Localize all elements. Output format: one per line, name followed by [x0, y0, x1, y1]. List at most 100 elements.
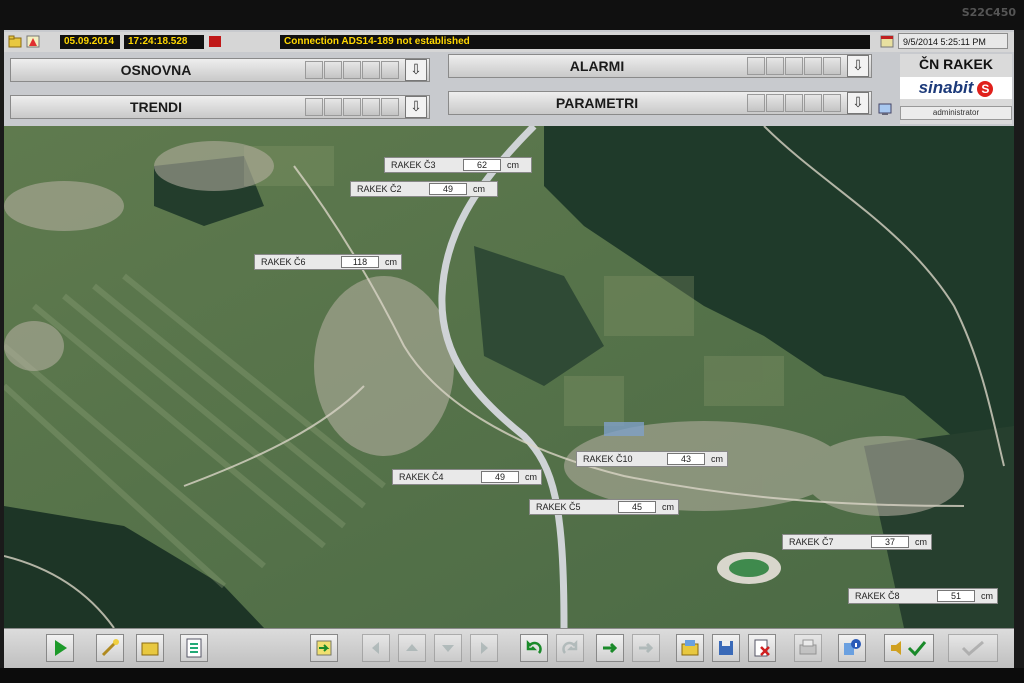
- nav-segment: [381, 98, 399, 116]
- arrow-down-icon: [442, 645, 454, 652]
- arrow-up-button[interactable]: [398, 634, 426, 662]
- station-name: RAKEK Č8: [855, 591, 900, 601]
- alarm-flag-icon[interactable]: [208, 35, 222, 48]
- station-tag[interactable]: RAKEK Č10 43 cm: [576, 451, 728, 467]
- play-button[interactable]: [46, 634, 74, 662]
- brand-logo-mark: S: [977, 80, 994, 97]
- chevron-down-icon[interactable]: ⇩: [847, 92, 869, 114]
- export-button[interactable]: [310, 634, 338, 662]
- network-icon[interactable]: [878, 102, 892, 116]
- wand-button[interactable]: [96, 634, 124, 662]
- chevron-down-icon[interactable]: ⇩: [405, 59, 427, 81]
- station-tag[interactable]: RAKEK Č3 62 cm: [384, 157, 532, 173]
- brand-panel: ČN RAKEK sinabit S administrator: [900, 54, 1012, 124]
- save-button[interactable]: [712, 634, 740, 662]
- station-unit: cm: [981, 591, 993, 601]
- nav-segment: [804, 57, 822, 75]
- sound-button[interactable]: [884, 634, 934, 662]
- station-value: 45: [618, 501, 656, 513]
- nav-segment: [362, 98, 380, 116]
- arrow-down-button[interactable]: [434, 634, 462, 662]
- undo-icon: [526, 639, 542, 654]
- nav-segment: [324, 61, 342, 79]
- list-icon: [186, 638, 202, 658]
- nav-trendi-label: TRENDI: [129, 99, 183, 115]
- printer-button[interactable]: [794, 634, 822, 662]
- station-tag[interactable]: RAKEK Č7 37 cm: [782, 534, 932, 550]
- station-name: RAKEK Č5: [536, 502, 581, 512]
- station-name: RAKEK Č6: [261, 257, 306, 267]
- monitor-model-label: S22C450: [961, 6, 1016, 19]
- nav-segment: [804, 94, 822, 112]
- station-tag[interactable]: RAKEK Č4 49 cm: [392, 469, 542, 485]
- redo-icon: [562, 639, 578, 654]
- station-value: 49: [429, 183, 467, 195]
- calendar-icon[interactable]: [880, 34, 894, 48]
- nav-osnovna-button[interactable]: OSNOVNA ⇩: [10, 58, 430, 82]
- station-value: 51: [937, 590, 975, 602]
- arrow-up-icon: [406, 644, 418, 651]
- nav-alarmi-button[interactable]: ALARMI ⇩: [448, 54, 872, 78]
- arrow-right-button[interactable]: [470, 634, 498, 662]
- station-name: RAKEK Č10: [583, 454, 633, 464]
- folder-icon: [141, 642, 159, 656]
- arrow-left-icon: [372, 642, 379, 654]
- chevron-down-icon[interactable]: ⇩: [405, 96, 427, 118]
- forward-button[interactable]: [632, 634, 660, 662]
- delete-icon: [754, 639, 770, 657]
- nav-segment: [381, 61, 399, 79]
- redo-button[interactable]: [556, 634, 584, 662]
- folder-icon[interactable]: [8, 35, 22, 48]
- save-icon: [719, 641, 733, 655]
- open-button[interactable]: [676, 634, 704, 662]
- station-unit: cm: [473, 184, 485, 194]
- user-label: administrator: [900, 106, 1012, 120]
- warning-icon[interactable]: [26, 35, 40, 48]
- nav-segment: [324, 98, 342, 116]
- folder-button[interactable]: [136, 634, 164, 662]
- station-value: 118: [341, 256, 379, 268]
- station-name: RAKEK Č4: [399, 472, 444, 482]
- info-icon: [844, 639, 861, 655]
- station-unit: cm: [507, 160, 519, 170]
- nav-segment: [305, 61, 323, 79]
- delete-button[interactable]: [748, 634, 776, 662]
- station-unit: cm: [662, 502, 674, 512]
- nav-segment: [362, 61, 380, 79]
- nav-segment: [766, 94, 784, 112]
- nav-parametri-label: PARAMETRI: [555, 95, 639, 111]
- nav-segment: [343, 61, 361, 79]
- info-button[interactable]: [838, 634, 866, 662]
- station-tag[interactable]: RAKEK Č2 49 cm: [350, 181, 498, 197]
- station-tag[interactable]: RAKEK Č8 51 cm: [848, 588, 998, 604]
- run-button[interactable]: [596, 634, 624, 662]
- list-button[interactable]: [180, 634, 208, 662]
- station-tag[interactable]: RAKEK Č6 118 cm: [254, 254, 402, 270]
- nav-trendi-button[interactable]: TRENDI ⇩: [10, 95, 430, 119]
- forward-icon: [639, 642, 654, 654]
- station-value: 37: [871, 536, 909, 548]
- undo-button[interactable]: [520, 634, 548, 662]
- brand-logo-text: sinabit: [918, 78, 974, 97]
- wand-icon: [101, 639, 119, 657]
- station-unit: cm: [385, 257, 397, 267]
- export-icon: [316, 640, 332, 656]
- station-tag[interactable]: RAKEK Č5 45 cm: [529, 499, 679, 515]
- status-date: 05.09.2014: [60, 35, 120, 49]
- station-unit: cm: [711, 454, 723, 464]
- nav-parametri-button[interactable]: PARAMETRI ⇩: [448, 91, 872, 115]
- check-button[interactable]: [948, 634, 998, 662]
- station-name: RAKEK Č3: [391, 160, 436, 170]
- hmi-screen: 05.09.2014 17:24:18.528 Connection ADS14…: [4, 30, 1014, 668]
- station-value: 43: [667, 453, 705, 465]
- status-bar: 05.09.2014 17:24:18.528 Connection ADS14…: [4, 32, 1014, 52]
- nav-segment: [343, 98, 361, 116]
- play-icon: [55, 640, 67, 656]
- open-icon: [681, 640, 699, 656]
- station-value: 62: [463, 159, 501, 171]
- nav-segment: [747, 94, 765, 112]
- arrow-left-button[interactable]: [362, 634, 390, 662]
- chevron-down-icon[interactable]: ⇩: [847, 55, 869, 77]
- nav-segment: [305, 98, 323, 116]
- nav-segment: [766, 57, 784, 75]
